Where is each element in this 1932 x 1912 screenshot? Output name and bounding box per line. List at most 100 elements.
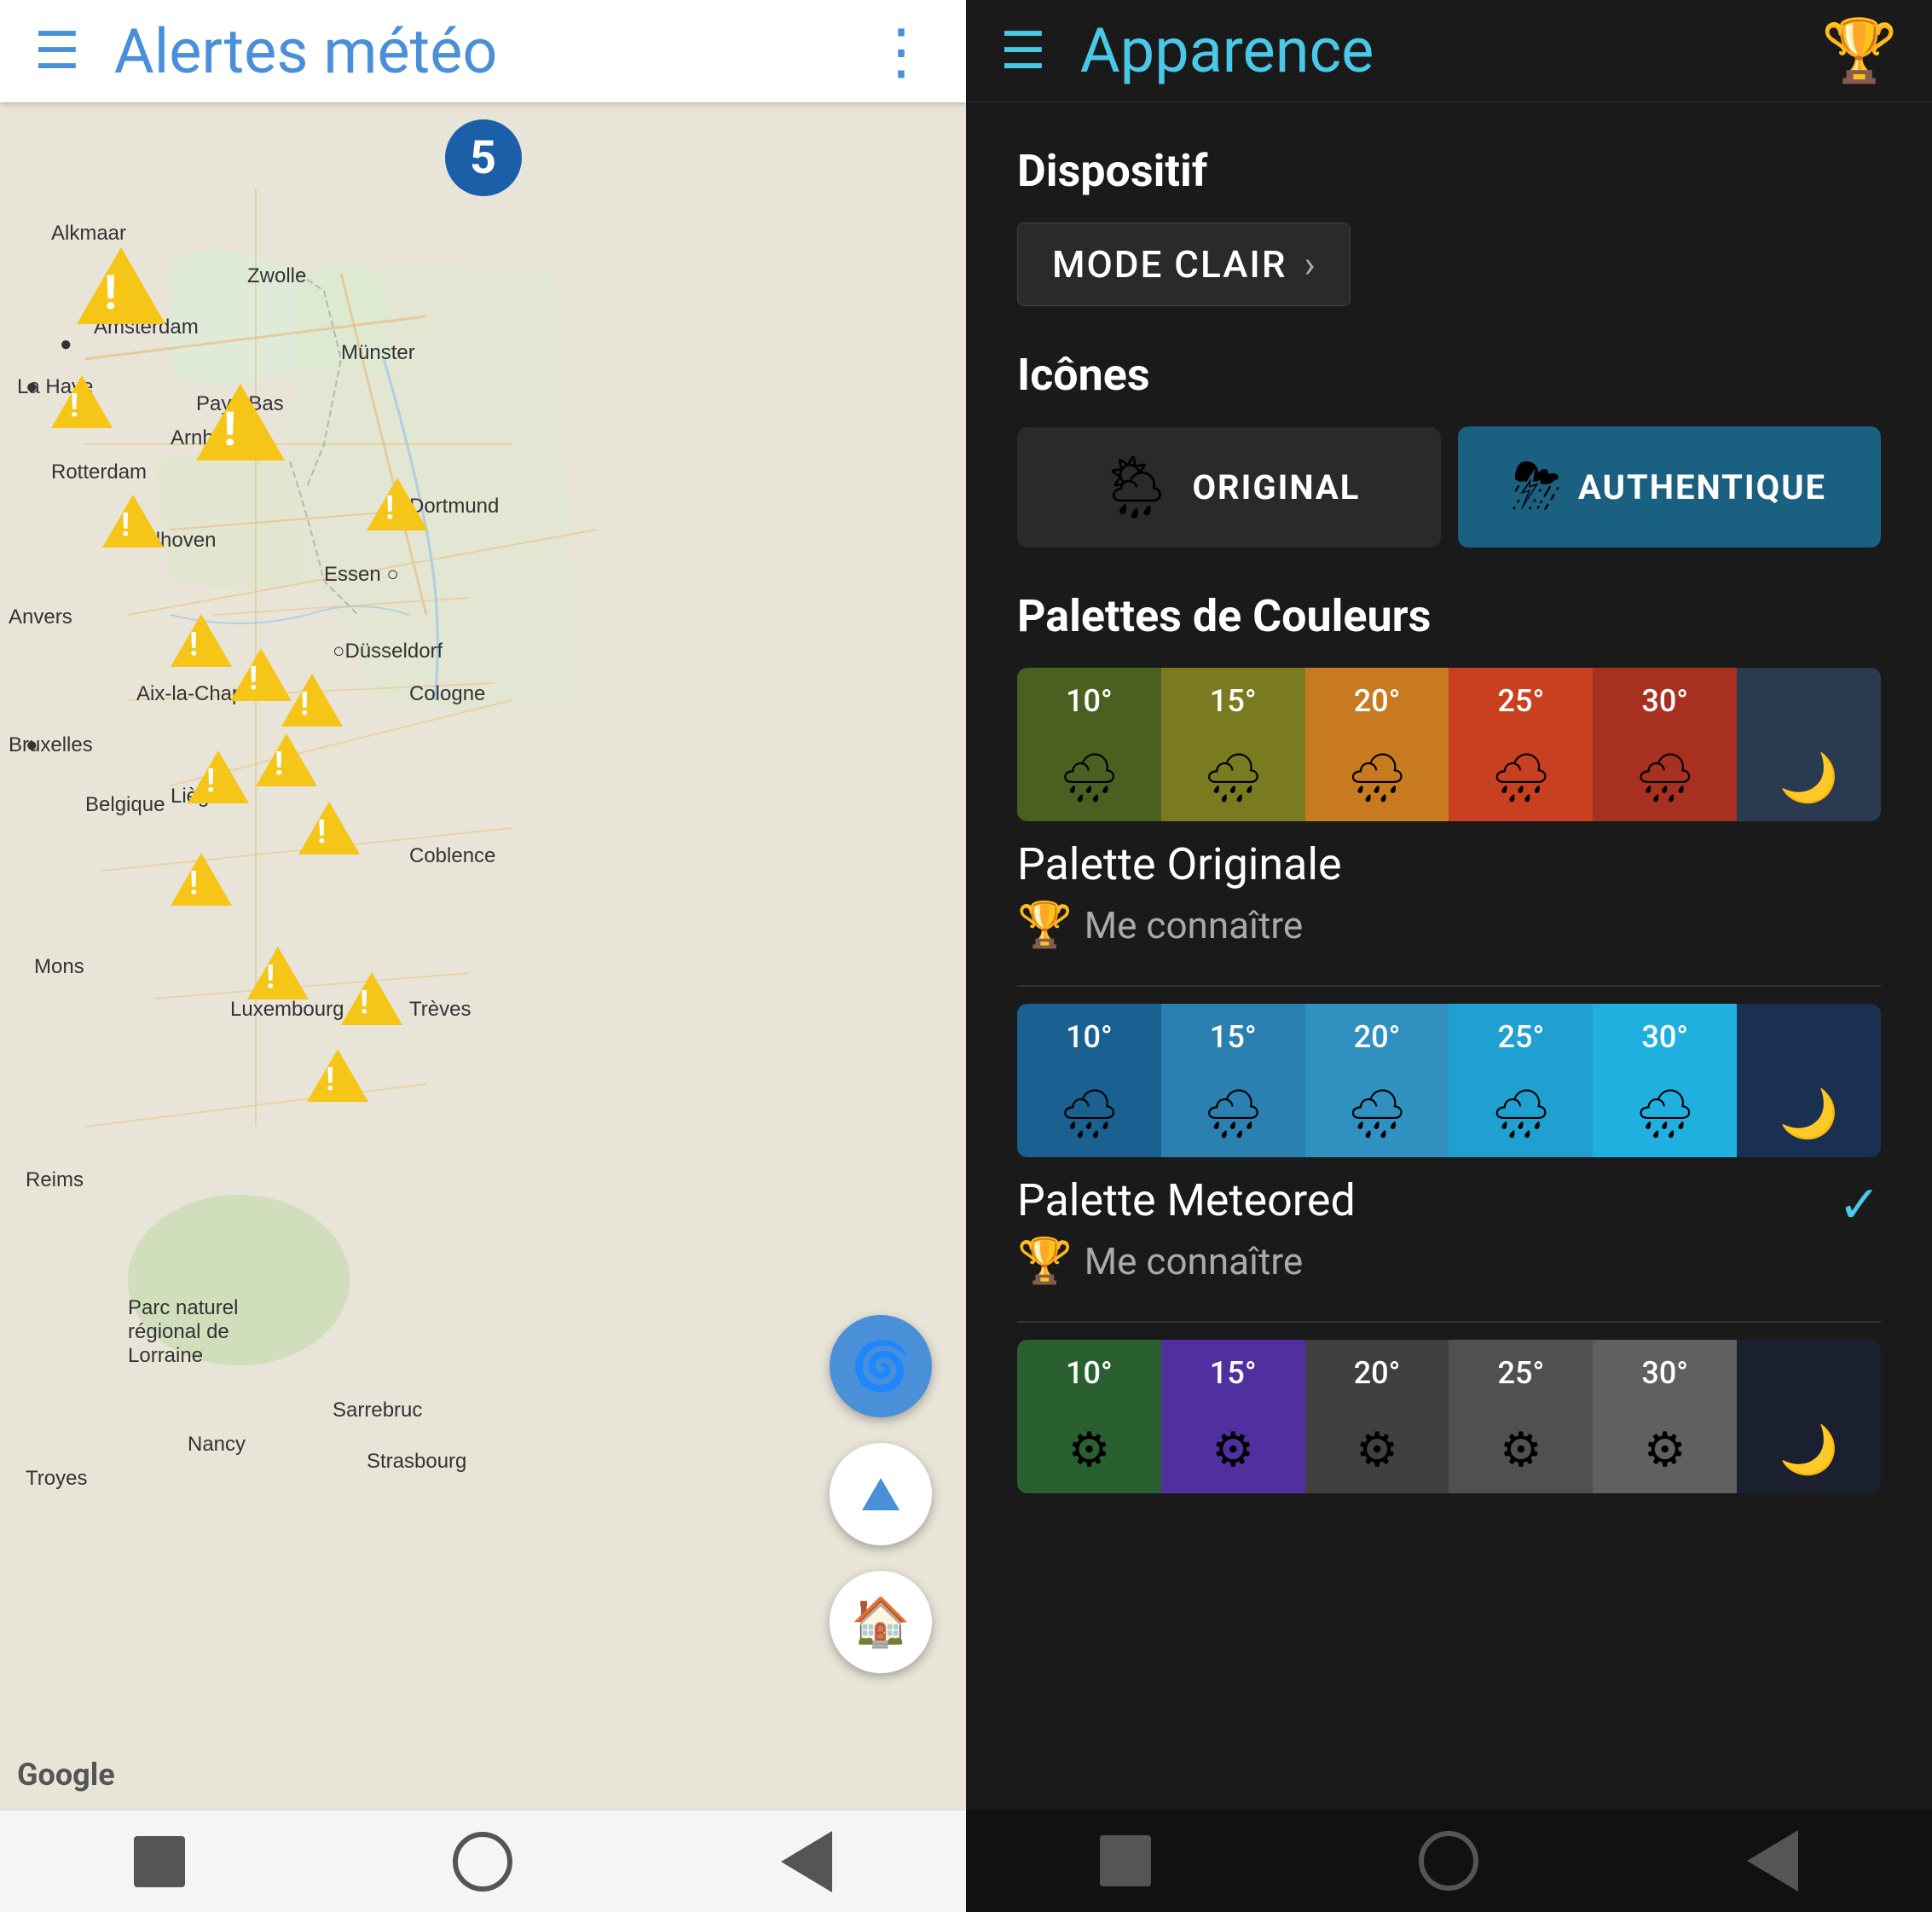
nav-circle-left[interactable] [453, 1832, 512, 1892]
warning-lux1[interactable] [247, 947, 309, 999]
palette-meteored-info: Palette Meteored ✓ 🏆 Me connaître [1017, 1174, 1881, 1287]
palettes-section-label: Palettes de Couleurs [1017, 590, 1881, 642]
warning-alkmaar[interactable] [77, 247, 165, 324]
warning-dortmund[interactable] [367, 478, 428, 530]
palette-met-10: 10° 🌧 [1017, 1004, 1161, 1157]
icons-section: Icônes 🌦 ORIGINAL ⛈ AUTHENTIQUE [1017, 349, 1881, 548]
nav-square-left[interactable] [134, 1836, 185, 1887]
nav-circle-right[interactable] [1419, 1831, 1478, 1891]
nav-square-right[interactable] [1100, 1835, 1151, 1886]
temp-orig-15: 15° [1210, 683, 1257, 719]
temp-orig-10: 10° [1066, 683, 1113, 719]
warning-center1[interactable] [256, 733, 317, 786]
warning-aix1[interactable] [171, 614, 232, 667]
right-hamburger-icon[interactable]: ☰ [1000, 26, 1046, 77]
fab-container: 🌀 ⛰ 🏠 [830, 1315, 932, 1673]
palette-orig-30: 30° 🌧 [1593, 668, 1737, 821]
icon-third-10: ⚙ [1067, 1422, 1110, 1478]
icon-orig-10: 🌧 [1059, 750, 1119, 806]
palette-meteored-unlock: 🏆 Me connaître [1017, 1235, 1881, 1287]
right-trophy-icon[interactable]: 🏆 [1821, 14, 1898, 87]
more-icon[interactable]: ⋮ [871, 15, 932, 88]
palette-met-night: 🌙 [1737, 1004, 1881, 1157]
meteored-checkmark: ✓ [1838, 1174, 1881, 1235]
warning-treves[interactable] [341, 972, 402, 1025]
google-logo: Google [17, 1757, 115, 1793]
icon-third-15: ⚙ [1212, 1422, 1254, 1478]
map-svg [0, 102, 966, 1810]
palette-third-25: 25° ⚙ [1449, 1340, 1593, 1493]
original-label: ORIGINAL [1192, 467, 1360, 507]
mode-chevron-icon: › [1304, 242, 1316, 287]
icon-met-30: 🌧 [1634, 1086, 1695, 1142]
right-title: Apparence [1080, 14, 1822, 87]
palette-orig-25: 25° 🌧 [1449, 668, 1593, 821]
palette-met-30: 30° 🌧 [1593, 1004, 1737, 1157]
right-panel: ☰ Apparence 🏆 Dispositif MODE CLAIR › Ic… [966, 0, 1932, 1912]
device-section-label: Dispositif [1017, 145, 1881, 197]
icon-third-night: 🌙 [1779, 1422, 1839, 1478]
icon-option-authentic[interactable]: ⛈ AUTHENTIQUE [1458, 426, 1882, 548]
icon-option-original[interactable]: 🌦 ORIGINAL [1017, 427, 1441, 548]
temp-met-15: 15° [1210, 1019, 1257, 1055]
temp-orig-25: 25° [1498, 683, 1545, 719]
palette-original-unlock: 🏆 Me connaître [1017, 899, 1881, 951]
warning-liege[interactable] [188, 750, 249, 803]
icon-orig-20: 🌧 [1347, 750, 1408, 806]
temp-third-20: 20° [1354, 1355, 1401, 1391]
warning-eindhoven[interactable] [102, 495, 164, 548]
unlock-met-text: Me connaître [1085, 1239, 1303, 1283]
palette-original-info: Palette Originale 🏆 Me connaître [1017, 838, 1881, 951]
temp-third-25: 25° [1498, 1355, 1545, 1391]
temp-met-25: 25° [1498, 1019, 1545, 1055]
mode-button-text: MODE CLAIR [1052, 242, 1287, 287]
warning-lahaye[interactable] [51, 375, 113, 428]
nav-back-right[interactable] [1747, 1830, 1798, 1892]
temp-met-30: 30° [1641, 1019, 1688, 1055]
icon-met-15: 🌧 [1203, 1086, 1264, 1142]
temp-met-20: 20° [1354, 1019, 1401, 1055]
icons-section-label: Icônes [1017, 349, 1881, 401]
left-header: ☰ Alertes météo ⋮ [0, 0, 966, 102]
icon-met-10: 🌧 [1059, 1086, 1119, 1142]
fab-home[interactable]: 🏠 [830, 1571, 932, 1673]
icon-third-20: ⚙ [1356, 1422, 1398, 1478]
warning-coblence[interactable] [298, 802, 360, 855]
palette-original-name: Palette Originale [1017, 838, 1881, 890]
map-container[interactable]: Alkmaar Zwolle Amsterdam ● Münster La Ha… [0, 102, 966, 1810]
palette-meteored-name-row: Palette Meteored ✓ [1017, 1174, 1881, 1235]
palette-met-20: 20° 🌧 [1305, 1004, 1449, 1157]
authentic-weather-icon: ⛈ [1512, 450, 1561, 524]
home-icon: 🏠 [851, 1594, 911, 1650]
warning-lux2[interactable] [307, 1049, 368, 1102]
left-bottom-nav [0, 1810, 966, 1912]
palette-orig-20: 20° 🌧 [1305, 668, 1449, 821]
palette-third-night: 🌙 [1737, 1340, 1881, 1493]
palette-third-30: 30° ⚙ [1593, 1340, 1737, 1493]
palette-orig-10: 10° 🌧 [1017, 668, 1161, 821]
mountain-icon: ⛰ [860, 1466, 900, 1523]
nav-back-left[interactable] [781, 1831, 832, 1892]
palette-meteored-grid: 10° 🌧 15° 🌧 20° 🌧 25° 🌧 30° 🌧 🌙 [1017, 1004, 1881, 1157]
temp-third-30: 30° [1641, 1355, 1688, 1391]
right-header: ☰ Apparence 🏆 [966, 0, 1932, 102]
icon-met-night: 🌙 [1779, 1086, 1839, 1142]
warning-paysbas[interactable] [196, 384, 285, 461]
fab-mountain[interactable]: ⛰ [830, 1443, 932, 1545]
mode-button[interactable]: MODE CLAIR › [1017, 223, 1351, 306]
original-weather-icon: 🌦 [1097, 451, 1175, 524]
warning-cologne[interactable] [281, 674, 343, 727]
hurricane-icon: 🌀 [851, 1338, 911, 1394]
palette-meteored-name: Palette Meteored [1017, 1174, 1356, 1226]
palette-met-15: 15° 🌧 [1161, 1004, 1305, 1157]
right-bottom-nav [966, 1810, 1932, 1912]
warning-belgium[interactable] [171, 853, 232, 906]
trophy-met-icon: 🏆 [1017, 1235, 1073, 1287]
palette-original-grid: 10° 🌧 15° 🌧 20° 🌧 25° 🌧 30° 🌧 🌙 [1017, 668, 1881, 821]
fab-hurricane[interactable]: 🌀 [830, 1315, 932, 1417]
icon-third-25: ⚙ [1500, 1422, 1542, 1478]
left-panel: ☰ Alertes météo ⋮ [0, 0, 966, 1912]
hamburger-icon[interactable]: ☰ [34, 26, 80, 77]
palette-orig-night: 🌙 [1737, 668, 1881, 821]
palette-third-20: 20° ⚙ [1305, 1340, 1449, 1493]
